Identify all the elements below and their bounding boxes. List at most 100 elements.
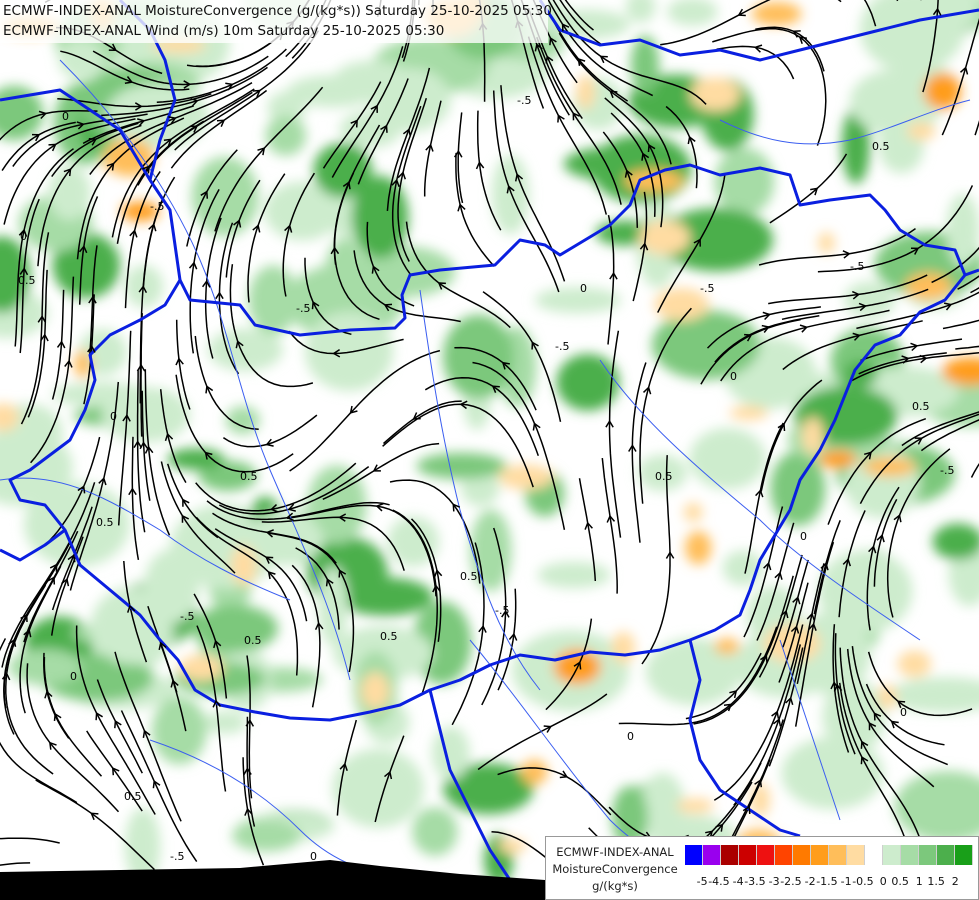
contour-label: 0.5 [912,400,930,413]
contour-label: 0 [627,730,634,743]
convergence-area [818,550,913,633]
contour-label: -.5 [850,260,864,273]
divergence-area [685,531,712,565]
contour-label: 0.5 [244,634,262,647]
contour-label: -.5 [555,340,569,353]
convergence-area [369,68,451,132]
contour-label: 0.5 [380,630,398,643]
contour-label: -.5 [940,464,954,477]
map-title-box: ECMWF-INDEX-ANAL MoistureConvergence (g/… [0,0,552,43]
convergence-area [231,819,301,852]
legend-tick-labels: -5 -4.5 -4 -3.5 -3 -2.5 -2 -1.5 -1 -0.5 0 0.5 1 1.5 2 [685,875,973,889]
contour-label: 0 [70,670,77,683]
convergence-area [179,519,219,561]
convergence-area [416,452,507,480]
convergence-area [651,310,761,380]
divergence-area [862,457,917,477]
contour-label: 0.5 [655,470,673,483]
divergence-area [729,406,768,421]
contour-label: -.5 [517,94,531,107]
divergence-area [818,232,835,254]
legend-title-variable: MoistureConvergence [552,862,678,876]
legend-tick-label: -3 [768,875,780,888]
divergence-area [714,638,740,655]
convergence-area [167,448,225,470]
divergence-area [751,2,802,26]
divergence-area [178,655,224,681]
divergence-area [576,74,595,110]
legend-tick-label: -1.5 [816,875,838,888]
legend-swatch [775,845,793,865]
convergence-area [630,35,660,95]
contour-label: 0 [20,230,27,243]
convergence-area [387,516,439,567]
divergence-area [521,759,548,785]
contour-label: 0.5 [240,470,258,483]
legend-tick-label: 0.5 [891,875,909,888]
contour-label: 0.5 [124,790,142,803]
legend-tick-label: -0.5 [852,875,874,888]
legend-tick-label: 1.5 [927,875,945,888]
legend-swatch [811,845,829,865]
legend-tick-label: -5 [696,875,708,888]
title-line-moisture: ECMWF-INDEX-ANAL MoistureConvergence (g/… [3,3,552,19]
legend-tick-label: -4.5 [708,875,730,888]
divergence-area [361,672,390,710]
contour-label: -.5 [150,200,164,213]
divergence-area [676,798,714,814]
legend-tick-label: 0 [879,875,887,888]
convergence-area [151,696,207,765]
contour-label: -.5 [296,302,310,315]
legend-swatch [685,845,703,865]
color-legend: ECMWF-INDEX-ANAL MoistureConvergence g/(… [545,836,979,900]
divergence-area [905,272,952,301]
contour-label: 0 [62,110,69,123]
weather-map: 0 0.5 -.5 0 0.5 -.5 0 0.5 -.5 0 0.5 -.5 0 0.5 -.5 0 0.5 -… [0,0,979,900]
convergence-area [412,807,458,856]
contour-label: 0.5 [872,140,890,153]
legend-title-units: g/(kg*s) [592,879,638,893]
legend-tick-label: -2.5 [780,875,802,888]
legend-swatch [919,845,937,865]
legend-swatch [865,845,883,865]
convergence-area [844,281,896,319]
legend-swatch [739,845,757,865]
divergence-area [683,502,703,523]
convergence-area [203,711,247,734]
convergence-area [230,528,272,550]
divergence-area [611,631,636,664]
convergence-area [58,39,104,80]
convergence-area [191,156,259,237]
legend-swatch [757,845,775,865]
divergence-area [818,450,858,468]
legend-tick-label: -4 [732,875,744,888]
legend-swatch [901,845,919,865]
divergence-area [906,122,936,141]
convergence-area [689,428,766,490]
legend-tick-label: 2 [951,875,959,888]
legend-swatch [793,845,811,865]
contour-label: 0 [800,530,807,543]
legend-tick-label: -3.5 [744,875,766,888]
legend-swatch [721,845,739,865]
legend-swatch [937,845,955,865]
legend-tick-label: -1 [840,875,852,888]
convergence-area [265,115,307,156]
legend-tick-label: 1 [915,875,923,888]
convergence-area [537,561,611,589]
divergence-area [230,545,257,586]
legend-color-scale [685,845,973,865]
legend-swatch [955,845,973,865]
contour-label: 0 [110,410,117,423]
legend-title-model: ECMWF-INDEX-ANAL [556,845,674,859]
legend-swatch [883,845,901,865]
contour-label: 0 [310,850,317,863]
convergence-area [442,314,515,399]
contour-label: -.5 [495,604,509,617]
contour-label: 0 [580,282,587,295]
contour-label: 0.5 [460,570,478,583]
contour-label: 0 [730,370,737,383]
contour-label: -.5 [170,850,184,863]
convergence-area [105,83,209,149]
legend-swatch [829,845,847,865]
